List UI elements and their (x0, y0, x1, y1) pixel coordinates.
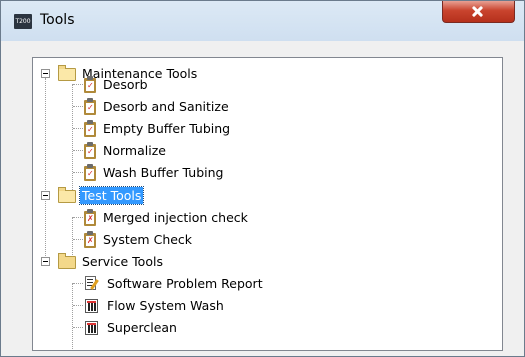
tree-line (72, 283, 73, 349)
tree-item-label: Merged injection check (103, 209, 248, 225)
service-tool-icon (83, 297, 101, 314)
title-bar[interactable]: T200 Tools (1, 1, 524, 41)
tree-line (73, 217, 83, 218)
tree-item-label: Normalize (103, 142, 166, 158)
clipboard-check-icon: ✓ (83, 75, 97, 93)
tree-item-label: Software Problem Report (107, 275, 263, 291)
tree-group-label: Service Tools (82, 253, 163, 269)
tree-line (45, 78, 46, 258)
tree-item-label: System Check (103, 231, 193, 247)
tree-item-normalize[interactable]: ✓ Normalize (83, 139, 168, 161)
tree-item-label: Desorb and Sanitize (103, 98, 229, 114)
tree-item-label: Wash Buffer Tubing (103, 164, 224, 180)
tools-panel: Maintenance Tools ✓ Desorb ✓ Desorb and … (9, 41, 517, 351)
tree-group-service-tools[interactable]: Service Tools (41, 250, 165, 272)
collapse-icon[interactable] (41, 257, 50, 266)
tree-item-software-problem-report[interactable]: Software Problem Report (83, 272, 265, 294)
clipboard-check-icon: ✓ (83, 119, 97, 137)
tools-tree[interactable]: Maintenance Tools ✓ Desorb ✓ Desorb and … (32, 57, 503, 351)
tree-line (73, 305, 83, 306)
tree-item-label: Desorb (103, 76, 148, 92)
tree-item-system-check[interactable]: ✗ System Check (83, 228, 194, 250)
folder-open-icon (58, 64, 76, 81)
tree-item-desorb[interactable]: ✓ Desorb (83, 73, 150, 95)
tree-item-superclean[interactable]: Superclean (83, 316, 179, 338)
tree-item-merged-injection-check[interactable]: ✗ Merged injection check (83, 206, 250, 228)
tree-line (73, 106, 83, 107)
tools-window: T200 Tools Maintenance Tools ✓ Desorb ✓ … (0, 0, 525, 357)
tree-item-label: Empty Buffer Tubing (103, 120, 231, 136)
tree-line (73, 84, 83, 85)
tree-group-test-tools[interactable]: Test Tools (41, 184, 145, 206)
tree-line (73, 150, 83, 151)
tree-group-label: Test Tools (78, 185, 145, 205)
app-icon: T200 (14, 14, 32, 29)
tree-item-desorb-and-sanitize[interactable]: ✓ Desorb and Sanitize (83, 95, 231, 117)
tree-item-empty-buffer-tubing[interactable]: ✓ Empty Buffer Tubing (83, 117, 232, 139)
tree-item-label: Flow System Wash (107, 297, 224, 313)
clipboard-check-icon: ✓ (83, 141, 97, 159)
tree-line (73, 327, 83, 328)
folder-open-icon (58, 186, 76, 203)
collapse-icon[interactable] (41, 69, 50, 78)
test-clipboard-icon: ✗ (83, 208, 97, 226)
folder-icon (58, 252, 76, 269)
tree-line (72, 84, 73, 194)
collapse-icon[interactable] (41, 191, 50, 200)
tree-item-wash-buffer-tubing[interactable]: ✓ Wash Buffer Tubing (83, 161, 225, 183)
tree-item-label: Superclean (107, 319, 177, 335)
report-document-icon (83, 275, 101, 292)
tree-line (73, 283, 83, 284)
test-clipboard-icon: ✗ (83, 230, 97, 248)
tree-line (73, 128, 83, 129)
window-title: Tools (40, 12, 75, 28)
tree-line (73, 239, 83, 240)
tree-line (73, 172, 83, 173)
service-tool-icon (83, 319, 101, 336)
clipboard-check-icon: ✓ (83, 97, 97, 115)
clipboard-check-icon: ✓ (83, 163, 97, 181)
close-button[interactable] (442, 1, 515, 23)
tree-item-flow-system-wash[interactable]: Flow System Wash (83, 294, 226, 316)
